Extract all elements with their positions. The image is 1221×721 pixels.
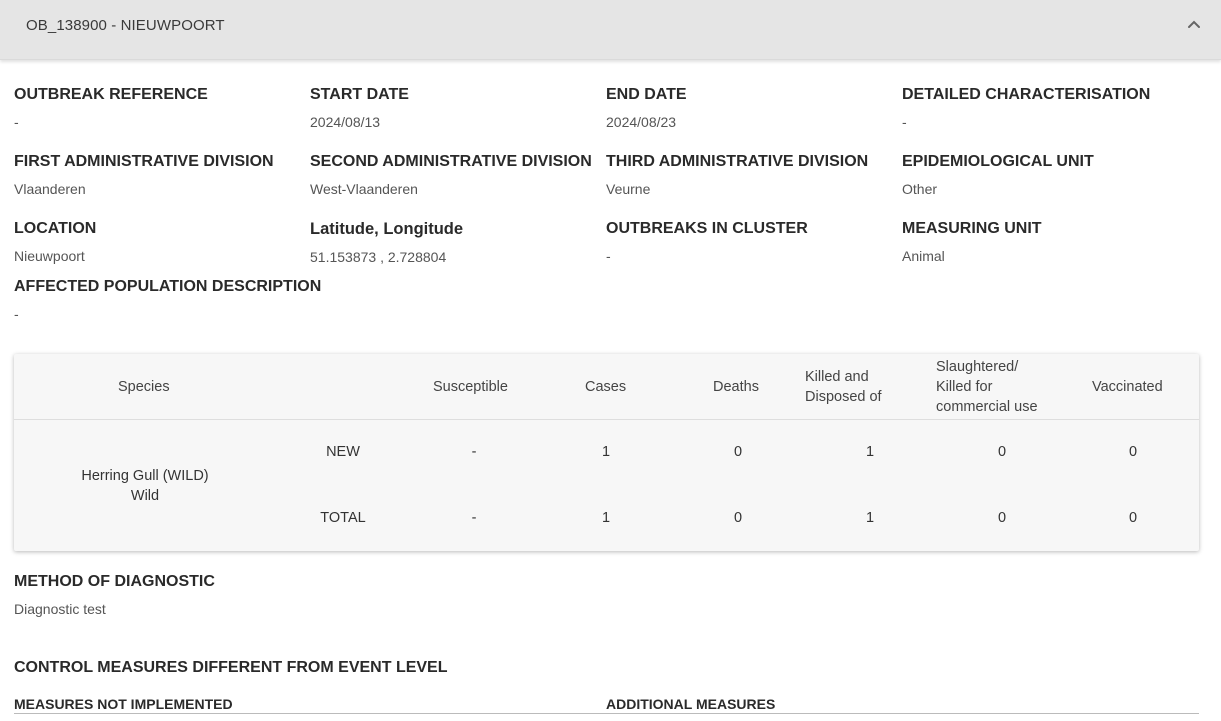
cell-vaccinated: 0 [1128, 510, 1138, 526]
method-of-diagnostic-value: Diagnostic test [14, 601, 106, 617]
header-susceptible: Susceptible [433, 379, 508, 395]
field-value: - [902, 114, 907, 130]
header-line: Killed for [936, 379, 993, 395]
cell-vaccinated: 0 [1128, 444, 1138, 460]
species-table: Species Susceptible Cases Deaths Killed … [14, 354, 1199, 551]
measures-not-implemented-label: MEASURES NOT IMPLEMENTED [14, 696, 233, 712]
header-killed-disposed: Killed and Disposed of [805, 367, 882, 407]
header-line: commercial use [936, 399, 1038, 415]
field-value: - [606, 248, 611, 264]
divider [14, 713, 1199, 714]
cell-deaths: 0 [733, 510, 743, 526]
field-value: - [14, 114, 19, 130]
field-epidemiological-unit: EPIDEMIOLOGICAL UNIT Other [902, 153, 1192, 197]
header-slaughtered: Slaughtered/ Killed for commercial use [936, 357, 1038, 417]
field-location: LOCATION Nieuwpoort [14, 220, 304, 264]
field-label: DETAILED CHARACTERISATION [902, 86, 1151, 103]
cell-susceptible: - [471, 510, 477, 526]
species-line: Herring Gull (WILD) [81, 468, 209, 484]
cell-susceptible: - [471, 444, 477, 460]
cell-slaughtered: 0 [997, 444, 1007, 460]
header-line: Slaughtered/ [936, 359, 1019, 375]
field-value: Animal [902, 248, 945, 264]
field-value: Other [902, 181, 938, 197]
cell-deaths: 0 [733, 444, 743, 460]
field-label: OUTBREAK REFERENCE [14, 86, 208, 103]
species-name: Herring Gull (WILD) Wild [50, 466, 240, 506]
field-outbreaks-in-cluster: OUTBREAKS IN CLUSTER - [606, 220, 896, 264]
species-line: Wild [130, 488, 160, 504]
field-detailed-characterisation: DETAILED CHARACTERISATION - [902, 86, 1192, 130]
field-end-date: END DATE 2024/08/23 [606, 86, 896, 130]
panel-title: OB_138900 - NIEUWPOORT [26, 17, 225, 34]
control-measures-title: CONTROL MEASURES DIFFERENT FROM EVENT LE… [14, 659, 448, 676]
field-affected-population: AFFECTED POPULATION DESCRIPTION - [14, 278, 414, 322]
outbreak-panel-header[interactable]: OB_138900 - NIEUWPOORT [0, 0, 1221, 60]
field-label: OUTBREAKS IN CLUSTER [606, 220, 808, 237]
field-label: AFFECTED POPULATION DESCRIPTION [14, 278, 322, 295]
header-species: Species [118, 379, 170, 395]
field-value: - [14, 306, 19, 322]
field-label: Latitude, Longitude [310, 220, 464, 238]
field-value: 2024/08/23 [606, 114, 677, 130]
field-second-admin-division: SECOND ADMINISTRATIVE DIVISION West-Vlaa… [310, 153, 600, 197]
field-label: LOCATION [14, 220, 97, 237]
field-value: 51.153873 , 2.728804 [310, 249, 447, 265]
cell-killed-disposed: 1 [865, 510, 875, 526]
header-line: Disposed of [805, 389, 882, 405]
field-value: West-Vlaanderen [310, 181, 418, 197]
field-value: Vlaanderen [14, 181, 86, 197]
field-outbreak-reference: OUTBREAK REFERENCE - [14, 86, 304, 130]
cell-slaughtered: 0 [997, 510, 1007, 526]
field-first-admin-division: FIRST ADMINISTRATIVE DIVISION Vlaanderen [14, 153, 304, 197]
field-value: Veurne [606, 181, 651, 197]
field-label: START DATE [310, 86, 409, 103]
field-label: END DATE [606, 86, 687, 103]
header-cases: Cases [585, 379, 627, 395]
cell-cases: 1 [601, 444, 611, 460]
header-line: Killed and [805, 369, 869, 385]
header-vaccinated: Vaccinated [1092, 379, 1163, 395]
additional-measures-label: ADDITIONAL MEASURES [606, 696, 776, 712]
field-value: Nieuwpoort [14, 248, 85, 264]
field-label: SECOND ADMINISTRATIVE DIVISION [310, 153, 592, 170]
field-label: FIRST ADMINISTRATIVE DIVISION [14, 153, 274, 170]
table-header: Species Susceptible Cases Deaths Killed … [14, 354, 1199, 420]
field-lat-long: Latitude, Longitude 51.153873 , 2.728804 [310, 220, 600, 265]
cell-cases: 1 [601, 510, 611, 526]
field-label: THIRD ADMINISTRATIVE DIVISION [606, 153, 869, 170]
field-label: MEASURING UNIT [902, 220, 1042, 237]
field-start-date: START DATE 2024/08/13 [310, 86, 600, 130]
header-deaths: Deaths [713, 379, 759, 395]
field-label: EPIDEMIOLOGICAL UNIT [902, 153, 1094, 170]
chevron-up-icon[interactable] [1185, 16, 1203, 34]
row-type: TOTAL [320, 510, 366, 526]
field-third-admin-division: THIRD ADMINISTRATIVE DIVISION Veurne [606, 153, 896, 197]
field-measuring-unit: MEASURING UNIT Animal [902, 220, 1192, 264]
cell-killed-disposed: 1 [865, 444, 875, 460]
method-of-diagnostic-label: METHOD OF DIAGNOSTIC [14, 573, 215, 590]
field-value: 2024/08/13 [310, 114, 381, 130]
row-type: NEW [326, 444, 360, 460]
